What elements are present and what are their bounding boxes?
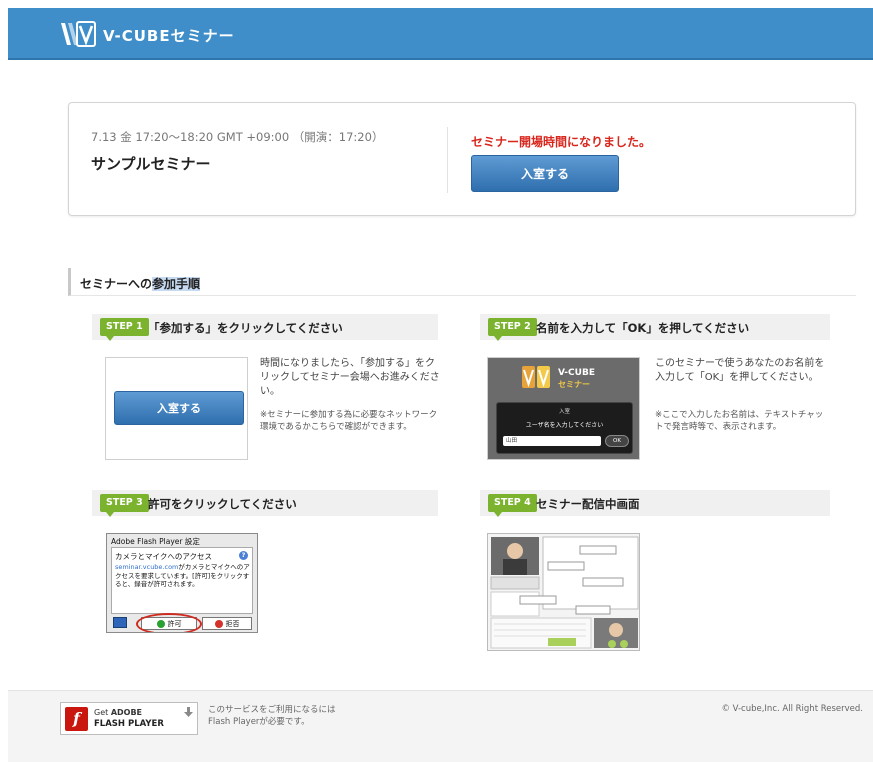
dialog-label: ユーザ名を入力してください: [525, 422, 604, 429]
step2-header: STEP 2 名前を入力して「OK」を押してください: [480, 314, 830, 341]
camera-access-text: seminar.vcube.comがカメラとマイクへのアクセスを要求しています。…: [115, 563, 250, 589]
step4-badge: STEP 4: [488, 494, 537, 517]
step2-description: このセミナーで使うあなたのお名前を入力して「OK」を押してください。: [655, 358, 825, 383]
step4-thumbnail: [487, 533, 640, 651]
step2-thumbnail: V-CUBE セミナー 入室 ユーザ名を入力してください 山田 OK: [487, 357, 640, 460]
ok-button-sample: OK: [605, 435, 629, 447]
step3-thumbnail: Adobe Flash Player 設定 カメラとマイクへのアクセス ? se…: [106, 533, 258, 633]
footer: f Get ADOBE FLASH PLAYER このサービスをご利用になるには…: [8, 690, 873, 762]
step1-header: STEP 1 「参加する」をクリックしてください: [92, 314, 438, 341]
flash-player-text: FLASH PLAYER: [94, 719, 164, 729]
session-card: 7.13 金 17:20〜18:20 GMT +09:00 （開演：17:20）…: [68, 102, 856, 216]
flash-adobe: ADOBE: [110, 708, 143, 717]
deny-button-sample: 拒否: [202, 617, 252, 630]
flash-get-text: Get ADOBE: [94, 708, 142, 717]
session-datetime: 7.13 金 17:20〜18:20 GMT +09:00 （開演：17:20）: [91, 130, 384, 144]
thumb-brand-line1: V-CUBE: [558, 368, 595, 378]
session-title: サンプルセミナー: [91, 155, 211, 173]
copyright: © V-cube,Inc. All Right Reserved.: [721, 704, 863, 714]
download-arrow-icon: [184, 707, 193, 717]
domain-link: seminar.vcube.com: [115, 563, 179, 571]
open-status-message: セミナー開場時間になりました。: [471, 135, 652, 149]
dialog-title: 入室: [558, 409, 570, 415]
flash-icon: f: [65, 707, 88, 731]
flash-get: Get: [94, 708, 109, 717]
thumb-brand-line2: セミナー: [558, 380, 590, 389]
get-flash-player-link[interactable]: f Get ADOBE FLASH PLAYER: [60, 702, 198, 735]
monitor-icon: [113, 617, 127, 628]
step1-note: ※セミナーに参加する為に必要なネットワーク環境であるかこちらで確認ができます。: [260, 410, 438, 432]
flash-settings-title: Adobe Flash Player 設定: [111, 537, 200, 546]
step1-thumbnail: 入室する: [105, 357, 248, 460]
step4-header: STEP 4 セミナー配信中画面: [480, 490, 830, 517]
thumbnail-enter-button: 入室する: [114, 391, 244, 425]
step2-note: ※ここで入力したお名前は、テキストチャットで発言時等で、表示されます。: [655, 410, 824, 432]
notice-line1: このサービスをご利用になるには: [208, 705, 336, 715]
seminar-screen-illustration: [490, 536, 639, 649]
brand-name: V-CUBEセミナー: [103, 27, 235, 45]
name-entry-dialog: 入室 ユーザ名を入力してください 山田 OK: [496, 402, 633, 454]
procedure-heading: セミナーへの参加手順: [68, 268, 856, 296]
step2-badge: STEP 2: [488, 318, 537, 341]
step4-title: セミナー配信中画面: [536, 497, 640, 511]
step3-badge: STEP 3: [100, 494, 149, 517]
step1-description: 時間になりましたら、「参加する」をクリックしてセミナー会場へお進みください。: [260, 358, 440, 397]
step1-title: 「参加する」をクリックしてください: [148, 321, 343, 335]
flash-settings-body: カメラとマイクへのアクセス ? seminar.vcube.comがカメラとマイ…: [111, 547, 253, 614]
procedure-heading-text: セミナーへの参加手順: [80, 275, 201, 292]
step3-title: 許可をクリックしてください: [148, 497, 297, 511]
heading-prefix: セミナーへの: [80, 277, 153, 291]
step3-header: STEP 3 許可をクリックしてください: [92, 490, 438, 517]
top-header-bar: V-CUBEセミナー: [8, 8, 873, 60]
enter-room-button[interactable]: 入室する: [471, 155, 619, 192]
heading-highlight: 参加手順: [152, 277, 201, 291]
deny-label: 拒否: [225, 619, 240, 628]
flash-required-notice: このサービスをご利用になるには Flash Playerが必要です。: [208, 704, 336, 728]
deny-icon: [214, 619, 223, 628]
notice-line2: Flash Playerが必要です。: [208, 717, 310, 727]
vcube-logo-icon: [61, 21, 96, 47]
camera-access-heading: カメラとマイクへのアクセス: [115, 552, 212, 561]
step1-badge: STEP 1: [100, 318, 149, 341]
step2-title: 名前を入力して「OK」を押してください: [536, 321, 750, 335]
name-input-sample: 山田: [503, 436, 601, 446]
vcube-logo-icon: [522, 366, 550, 388]
highlight-circle: [136, 613, 202, 632]
help-icon: ?: [239, 551, 248, 560]
divider: [447, 127, 448, 193]
